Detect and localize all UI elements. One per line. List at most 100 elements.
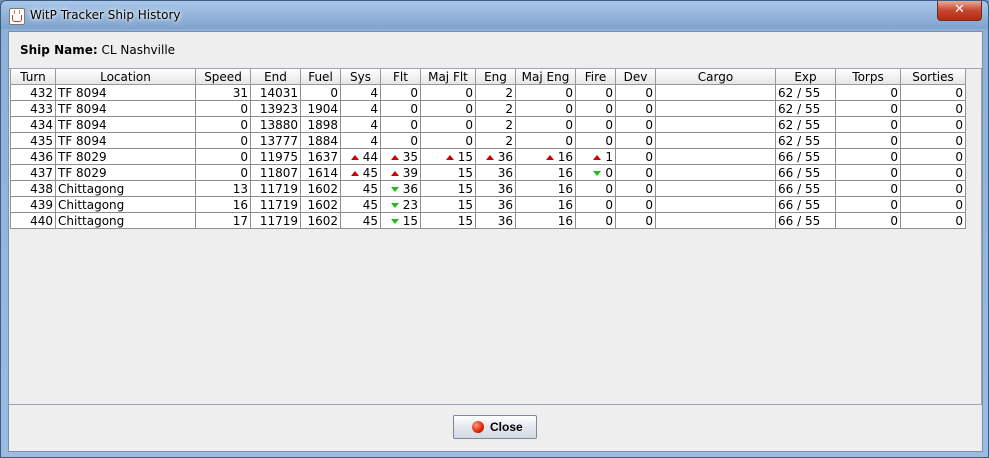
column-header-dev[interactable]: Dev: [615, 69, 656, 85]
table-cell-torps[interactable]: 0: [835, 84, 901, 101]
table-cell-dev[interactable]: 0: [615, 180, 656, 197]
table-cell-location[interactable]: Chittagong: [55, 212, 196, 229]
table-cell-sorties[interactable]: 0: [900, 132, 966, 149]
table-cell-fire[interactable]: 0: [575, 164, 616, 181]
table-cell-torps[interactable]: 0: [835, 180, 901, 197]
table-cell-location[interactable]: TF 8094: [55, 116, 196, 133]
table-cell-end[interactable]: 13777: [250, 132, 301, 149]
table-cell-eng[interactable]: 36: [475, 180, 516, 197]
table-cell-fire[interactable]: 0: [575, 196, 616, 213]
column-header-speed[interactable]: Speed: [195, 69, 251, 85]
table-cell-flt[interactable]: 0: [380, 100, 421, 117]
table-cell-end[interactable]: 11719: [250, 196, 301, 213]
table-cell-speed[interactable]: 13: [195, 180, 251, 197]
title-bar[interactable]: WitP Tracker Ship History ✕: [1, 1, 988, 31]
table-cell-cargo[interactable]: [655, 164, 776, 181]
table-cell-exp[interactable]: 66 / 55: [775, 164, 836, 181]
table-cell-location[interactable]: Chittagong: [55, 180, 196, 197]
table-cell-speed[interactable]: 0: [195, 164, 251, 181]
table-cell-cargo[interactable]: [655, 132, 776, 149]
table-cell-torps[interactable]: 0: [835, 116, 901, 133]
table-cell-end[interactable]: 11807: [250, 164, 301, 181]
table-cell-turn[interactable]: 434: [10, 116, 56, 133]
table-row[interactable]: 440 Chittagong 17 11719 1602 45 15 15 36 16 0 0 66 /…: [10, 212, 966, 229]
close-button[interactable]: Close: [453, 415, 537, 439]
table-cell-fuel[interactable]: 1602: [300, 180, 341, 197]
table-cell-sys[interactable]: 4: [340, 100, 381, 117]
table-cell-sys[interactable]: 4: [340, 84, 381, 101]
table-cell-dev[interactable]: 0: [615, 148, 656, 165]
table-cell-fuel[interactable]: 1602: [300, 196, 341, 213]
table-cell-exp[interactable]: 62 / 55: [775, 132, 836, 149]
table-cell-majeng[interactable]: 16: [515, 212, 576, 229]
table-cell-flt[interactable]: 23: [380, 196, 421, 213]
table-cell-fire[interactable]: 0: [575, 84, 616, 101]
column-header-sorties[interactable]: Sorties: [900, 69, 966, 85]
table-cell-majflt[interactable]: 0: [420, 132, 476, 149]
table-cell-sorties[interactable]: 0: [900, 116, 966, 133]
table-row[interactable]: 437 TF 8029 0 11807 1614 45 39 15 36 16 0 0 66 / 55 0…: [10, 164, 966, 181]
table-cell-speed[interactable]: 0: [195, 100, 251, 117]
table-cell-sorties[interactable]: 0: [900, 212, 966, 229]
table-cell-fuel[interactable]: 1898: [300, 116, 341, 133]
table-cell-flt[interactable]: 0: [380, 84, 421, 101]
table-cell-majeng[interactable]: 16: [515, 164, 576, 181]
table-cell-torps[interactable]: 0: [835, 132, 901, 149]
table-cell-majflt[interactable]: 15: [420, 180, 476, 197]
table-cell-sys[interactable]: 4: [340, 132, 381, 149]
table-cell-location[interactable]: TF 8029: [55, 164, 196, 181]
column-header-torps[interactable]: Torps: [835, 69, 901, 85]
table-row[interactable]: 436 TF 8029 0 11975 1637 44 35 15 36 16 1 0 66 / 55 0…: [10, 148, 966, 165]
table-cell-torps[interactable]: 0: [835, 164, 901, 181]
table-cell-turn[interactable]: 432: [10, 84, 56, 101]
history-table-scrollpane[interactable]: Turn Location Speed End Fuel Sys Flt Maj…: [9, 68, 982, 405]
table-cell-majeng[interactable]: 0: [515, 116, 576, 133]
table-cell-fire[interactable]: 0: [575, 132, 616, 149]
table-cell-majeng[interactable]: 16: [515, 180, 576, 197]
table-cell-dev[interactable]: 0: [615, 132, 656, 149]
column-header-sys[interactable]: Sys: [340, 69, 381, 85]
table-cell-sorties[interactable]: 0: [900, 196, 966, 213]
table-cell-majflt[interactable]: 0: [420, 84, 476, 101]
column-header-location[interactable]: Location: [55, 69, 196, 85]
table-cell-turn[interactable]: 433: [10, 100, 56, 117]
column-header-maj-flt[interactable]: Maj Flt: [420, 69, 476, 85]
table-cell-speed[interactable]: 0: [195, 132, 251, 149]
column-header-eng[interactable]: Eng: [475, 69, 516, 85]
table-cell-cargo[interactable]: [655, 100, 776, 117]
table-cell-fire[interactable]: 0: [575, 212, 616, 229]
table-cell-dev[interactable]: 0: [615, 196, 656, 213]
table-row[interactable]: 439 Chittagong 16 11719 1602 45 23 15 36 16 0 0 66 /…: [10, 196, 966, 213]
table-cell-exp[interactable]: 66 / 55: [775, 212, 836, 229]
table-cell-end[interactable]: 13923: [250, 100, 301, 117]
table-cell-cargo[interactable]: [655, 84, 776, 101]
table-cell-location[interactable]: Chittagong: [55, 196, 196, 213]
table-cell-turn[interactable]: 440: [10, 212, 56, 229]
table-cell-location[interactable]: TF 8094: [55, 84, 196, 101]
table-cell-fire[interactable]: 0: [575, 100, 616, 117]
table-cell-flt[interactable]: 39: [380, 164, 421, 181]
table-cell-speed[interactable]: 31: [195, 84, 251, 101]
table-cell-torps[interactable]: 0: [835, 212, 901, 229]
column-header-fire[interactable]: Fire: [575, 69, 616, 85]
table-cell-eng[interactable]: 2: [475, 100, 516, 117]
table-cell-majflt[interactable]: 15: [420, 164, 476, 181]
table-row[interactable]: 433 TF 8094 0 13923 1904 4 0 0 2 0 0 0 62 / 55 0 0: [10, 100, 966, 117]
table-cell-majflt[interactable]: 15: [420, 196, 476, 213]
table-cell-sorties[interactable]: 0: [900, 180, 966, 197]
table-cell-flt[interactable]: 15: [380, 212, 421, 229]
table-cell-speed[interactable]: 16: [195, 196, 251, 213]
table-cell-sys[interactable]: 45: [340, 164, 381, 181]
table-cell-majflt[interactable]: 15: [420, 212, 476, 229]
table-cell-sys[interactable]: 44: [340, 148, 381, 165]
table-cell-sorties[interactable]: 0: [900, 148, 966, 165]
table-cell-exp[interactable]: 66 / 55: [775, 180, 836, 197]
table-cell-turn[interactable]: 437: [10, 164, 56, 181]
table-cell-end[interactable]: 11719: [250, 180, 301, 197]
table-cell-cargo[interactable]: [655, 116, 776, 133]
table-cell-end[interactable]: 11719: [250, 212, 301, 229]
table-cell-cargo[interactable]: [655, 212, 776, 229]
table-cell-fuel[interactable]: 1602: [300, 212, 341, 229]
table-cell-speed[interactable]: 0: [195, 148, 251, 165]
table-cell-eng[interactable]: 2: [475, 116, 516, 133]
